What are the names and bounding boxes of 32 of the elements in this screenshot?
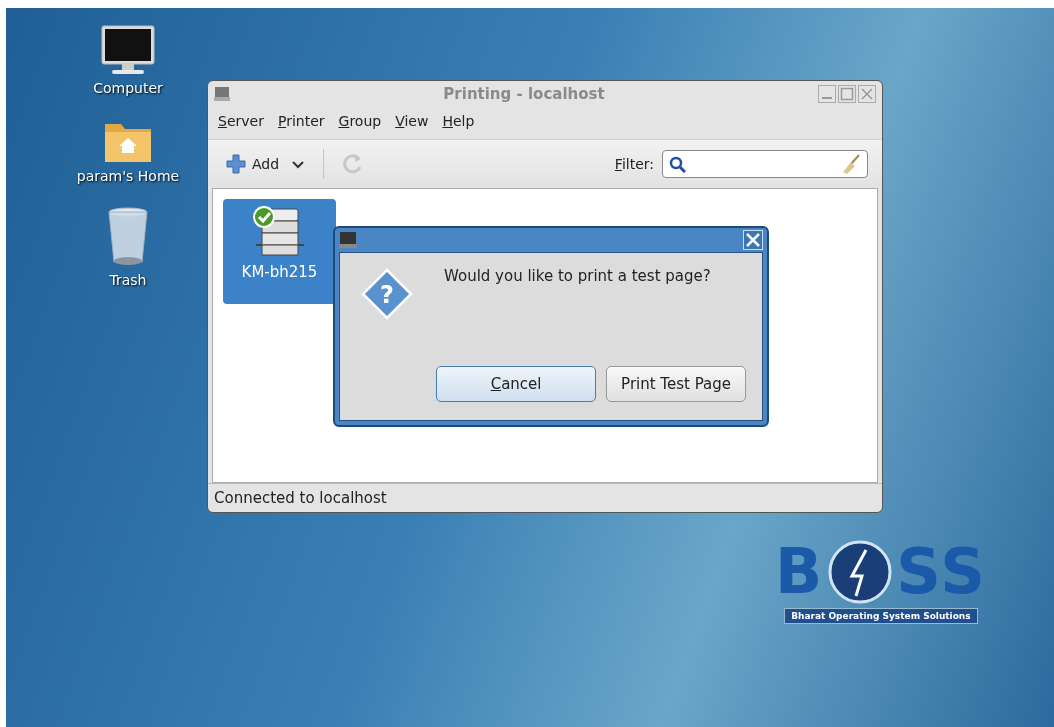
minimize-icon[interactable] <box>818 85 836 103</box>
status-text: Connected to localhost <box>214 489 387 507</box>
dropdown-caret-icon[interactable] <box>291 159 306 169</box>
logo-tagline: Bharat Operating System Solutions <box>784 608 978 624</box>
broom-icon[interactable] <box>843 154 861 174</box>
menu-item[interactable]: Server <box>218 111 264 131</box>
maximize-icon[interactable] <box>838 85 856 103</box>
dialog-button[interactable]: Cancel <box>436 366 597 402</box>
logo-text: B <box>775 541 825 603</box>
menu-item[interactable]: Printer <box>277 111 325 131</box>
close-icon[interactable] <box>743 230 763 250</box>
search-icon <box>669 155 686 173</box>
menu-item[interactable]: Group <box>338 111 382 131</box>
monitor-icon[interactable] <box>100 24 156 76</box>
filter-field[interactable] <box>662 150 868 178</box>
printer-tile[interactable]: KM-bh215 <box>223 199 336 304</box>
menu-item[interactable]: View <box>395 111 429 131</box>
dialog-button[interactable]: Print Test Page <box>606 366 746 402</box>
window-title: Printing - localhost <box>442 85 606 103</box>
desktop-icon-label[interactable]: param's Home <box>76 168 180 184</box>
dialog-message: Would you like to print a test page? <box>444 267 711 287</box>
desktop-icon-label[interactable]: Computer <box>93 80 163 96</box>
trash-icon[interactable] <box>107 206 149 268</box>
desktop-icon-label[interactable]: Trash <box>109 272 147 288</box>
logo-emblem-icon <box>828 540 893 604</box>
menu-item[interactable]: Help <box>442 111 475 131</box>
add-button[interactable]: Add <box>222 152 284 176</box>
window-menu-icon[interactable] <box>339 231 357 249</box>
plus-icon <box>226 154 246 174</box>
filter-label: Filter: <box>614 156 654 172</box>
close-icon[interactable] <box>858 85 876 103</box>
window-menu-icon[interactable] <box>214 86 230 102</box>
